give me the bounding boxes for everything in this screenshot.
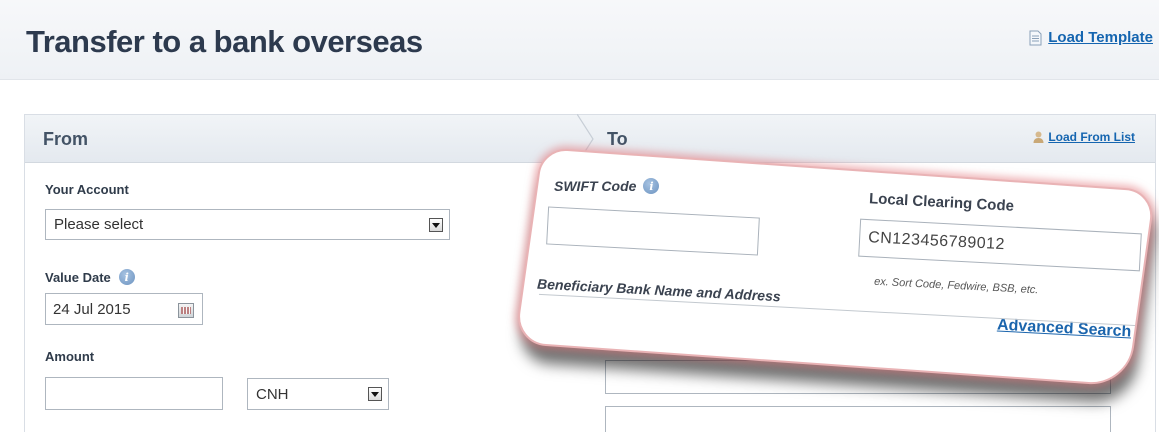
load-template-label: Load Template [1048, 29, 1153, 46]
zoom-callout-content: SWIFT Code i Local Clearing Code CN12345… [529, 170, 1157, 387]
value-date-label: Value Date i [45, 269, 135, 285]
currency-select[interactable]: CNH [247, 378, 389, 410]
to-section-title: To [607, 129, 628, 149]
chevron-down-icon[interactable] [429, 218, 443, 232]
info-icon[interactable]: i [118, 269, 135, 285]
load-template-link[interactable]: Load Template [1029, 29, 1153, 46]
chevron-down-icon[interactable] [368, 387, 382, 401]
your-account-label: Your Account [45, 182, 129, 197]
document-icon [1029, 30, 1042, 45]
zoom-callout: SWIFT Code i Local Clearing Code CN12345… [505, 147, 1159, 413]
currency-select-value: CNH [256, 385, 289, 403]
from-section-title: From [43, 129, 88, 149]
zoom-callout-card: SWIFT Code i Local Clearing Code CN12345… [513, 147, 1157, 387]
local-clearing-code-value: CN123456789012 [867, 229, 1006, 254]
local-clearing-code-hint: ex. Sort Code, Fedwire, BSB, etc. [873, 275, 1039, 297]
amount-label: Amount [45, 349, 94, 364]
amount-input[interactable] [45, 377, 223, 410]
swift-code-label-text: SWIFT Code [554, 178, 637, 194]
local-clearing-code-input[interactable]: CN123456789012 [858, 218, 1142, 272]
page-title: Transfer to a bank overseas [26, 24, 423, 59]
value-date-label-text: Value Date [45, 269, 111, 285]
value-date-value: 24 Jul 2015 [53, 300, 131, 318]
beneficiary-bank-name-input[interactable] [535, 293, 1157, 387]
swift-code-input[interactable] [546, 206, 760, 256]
account-select[interactable]: Please select [45, 209, 450, 240]
load-from-list-label: Load From List [1048, 130, 1135, 144]
page-header: Transfer to a bank overseas Load Templat… [0, 0, 1159, 80]
person-icon [1033, 131, 1044, 143]
load-from-list-link[interactable]: Load From List [1033, 130, 1135, 144]
info-icon[interactable]: i [643, 178, 660, 194]
your-account-label-text: Your Account [45, 182, 129, 197]
value-date-field[interactable]: 24 Jul 2015 [45, 293, 203, 325]
account-select-value: Please select [54, 216, 144, 233]
swift-code-label: SWIFT Code i [554, 178, 660, 194]
amount-label-text: Amount [45, 349, 95, 364]
local-clearing-code-label: Local Clearing Code [868, 190, 1015, 215]
calendar-icon[interactable] [178, 303, 194, 318]
